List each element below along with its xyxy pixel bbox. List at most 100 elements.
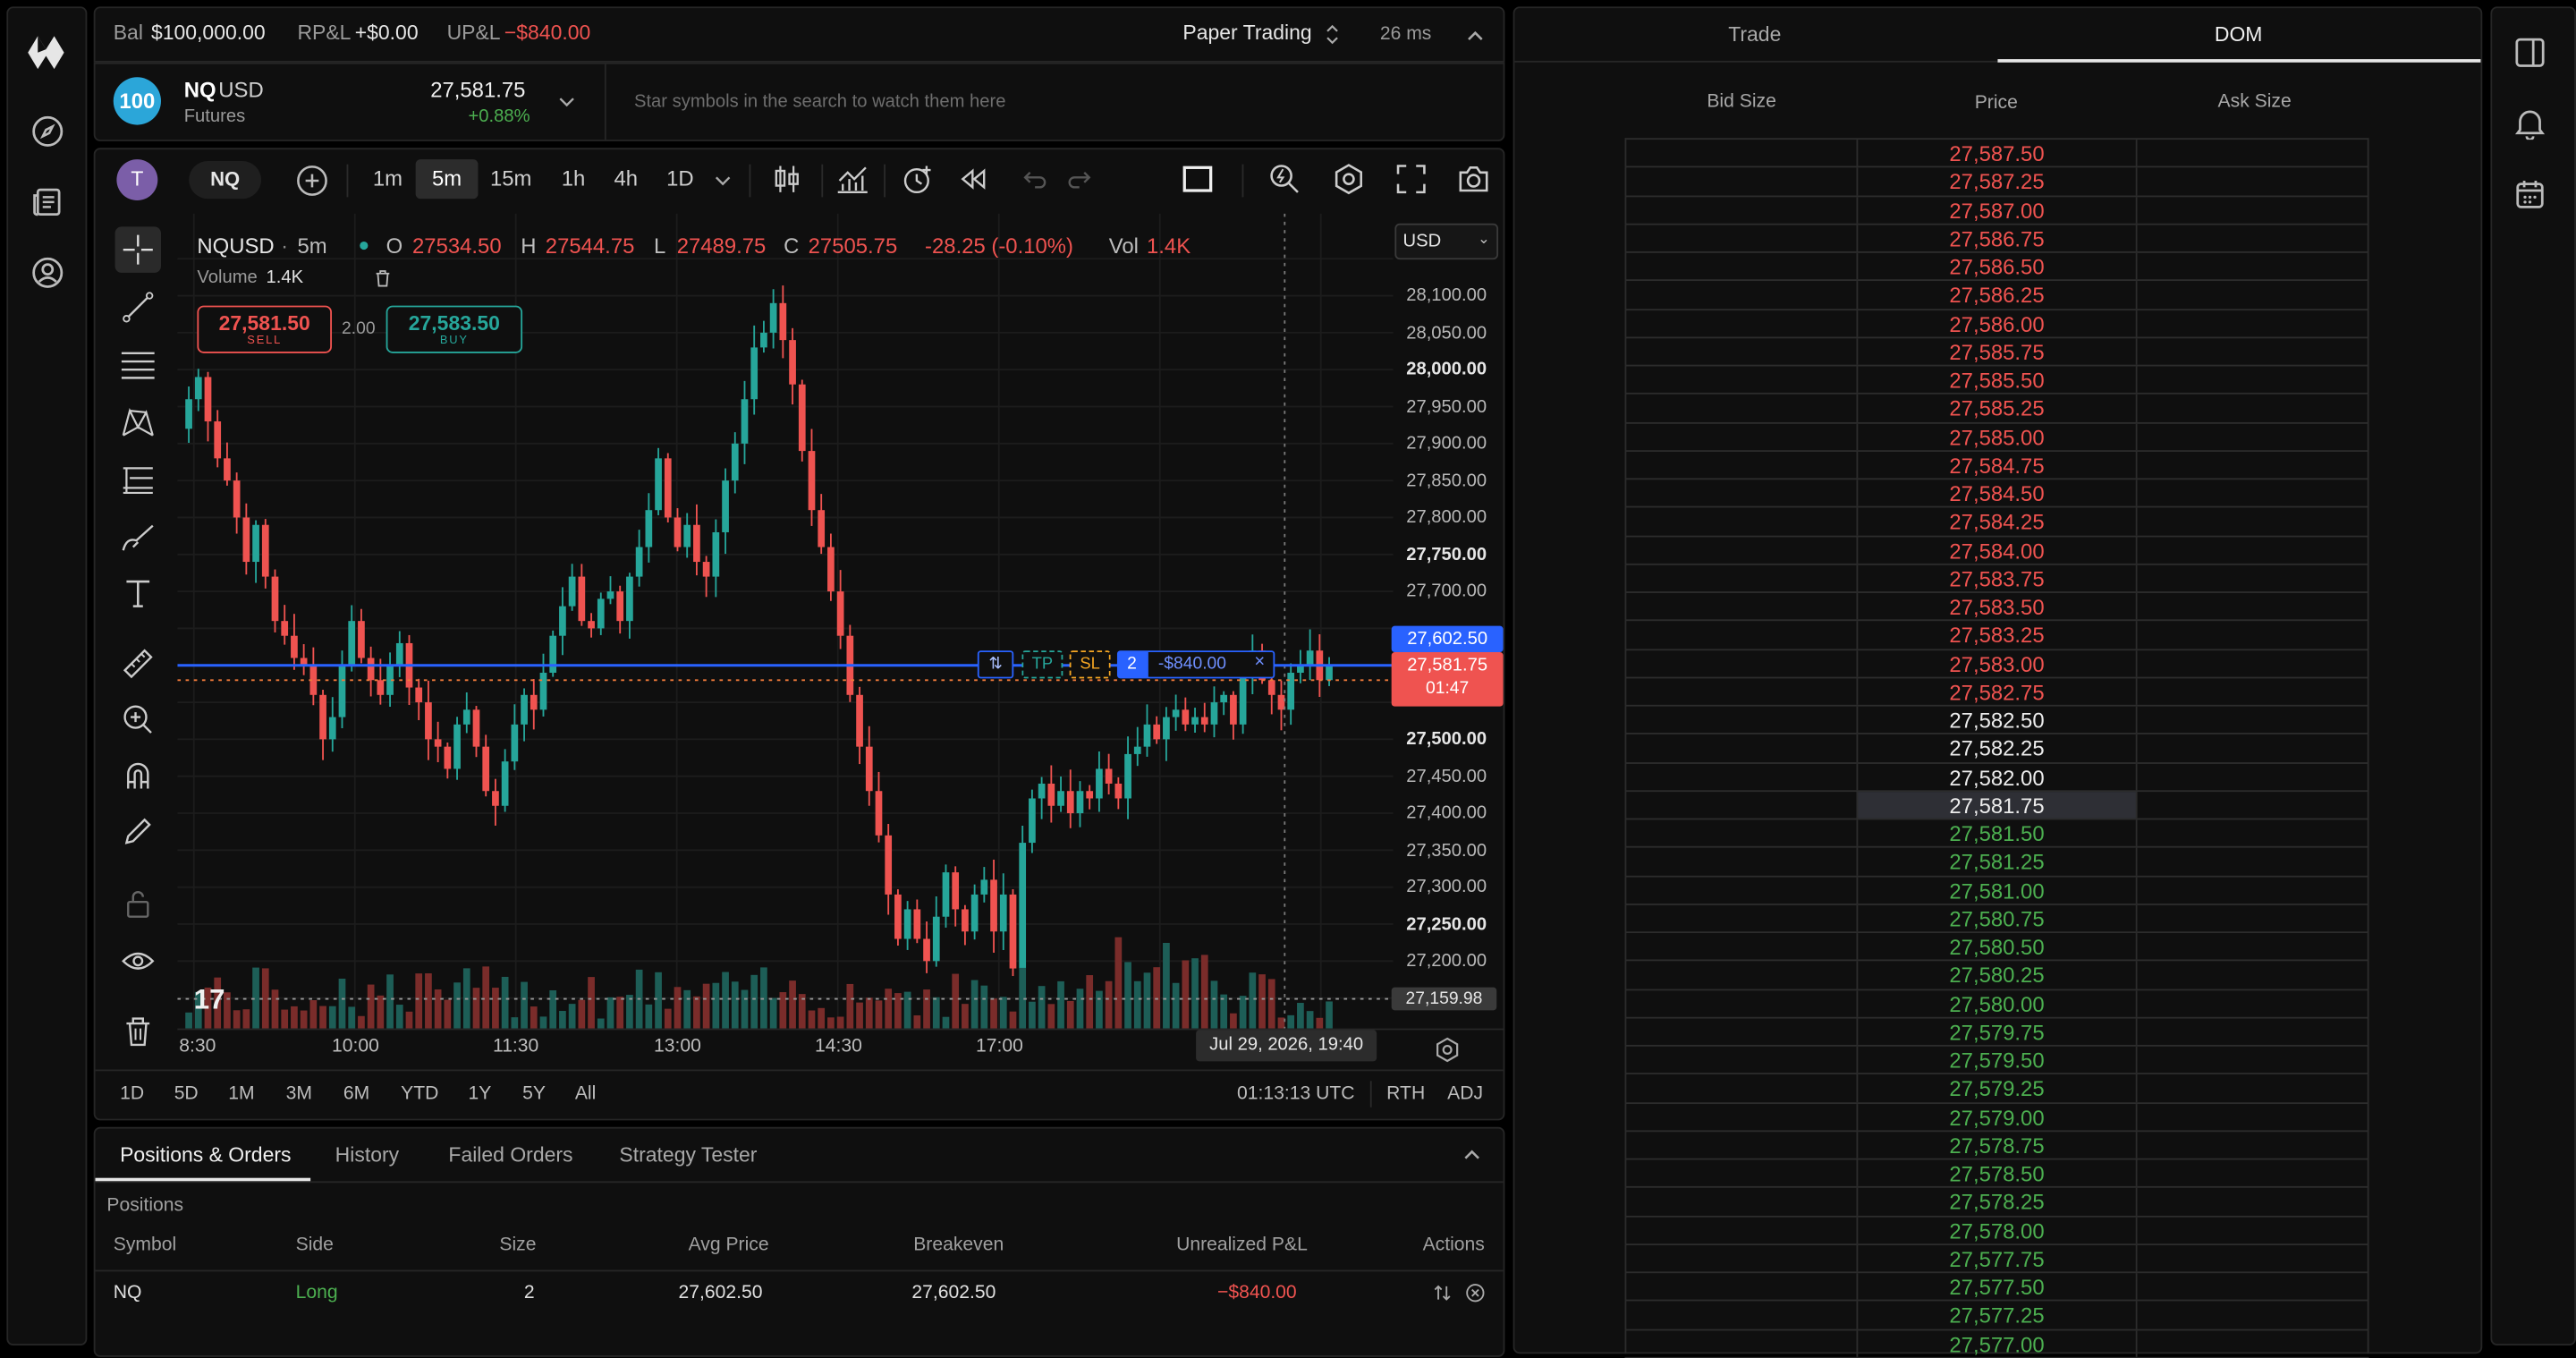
dom-row[interactable]: 27,586.75 [1624,225,2369,253]
range-5y[interactable]: 5Y [522,1084,546,1104]
brush-tool-icon[interactable] [115,514,161,560]
range-3m[interactable]: 3M [286,1084,312,1104]
dom-price[interactable]: 27,587.50 [1856,140,2138,166]
tf-15m[interactable]: 15m [485,159,538,199]
dom-row[interactable]: 27,583.75 [1624,564,2369,593]
tf-1m[interactable]: 1m [365,159,411,199]
dom-row[interactable]: 27,578.25 [1624,1188,2369,1217]
dom-price[interactable]: 27,582.00 [1856,763,2138,790]
dom-price[interactable]: 27,577.00 [1856,1329,2138,1357]
range-6m[interactable]: 6M [343,1084,369,1104]
dom-price[interactable]: 27,585.25 [1856,395,2138,422]
ruler-tool-icon[interactable] [115,641,161,686]
dom-row[interactable]: 27,581.25 [1624,848,2369,877]
add-compare-icon[interactable] [292,161,332,200]
dom-row[interactable]: 27,578.00 [1624,1216,2369,1245]
replay-icon[interactable] [953,159,992,199]
collapse-chevron-icon[interactable] [1459,1142,1485,1167]
news-icon[interactable] [26,181,69,224]
trash-tool-icon[interactable] [115,1009,161,1055]
range-1m[interactable]: 1M [228,1084,254,1104]
fib-tool-icon[interactable] [115,342,161,387]
panel-toggle-icon[interactable] [2509,31,2552,74]
range-1d[interactable]: 1D [120,1084,144,1104]
dom-row[interactable]: 27,583.50 [1624,592,2369,622]
dom-row[interactable]: 27,583.00 [1624,649,2369,678]
dom-row[interactable]: 27,587.25 [1624,167,2369,197]
dom-price[interactable]: 27,584.75 [1856,451,2138,479]
dom-price[interactable]: 27,580.75 [1856,904,2138,932]
range-1y[interactable]: 1Y [468,1084,491,1104]
dom-price[interactable]: 27,584.50 [1856,480,2138,507]
tp-button[interactable]: TP [1021,650,1063,679]
dom-price[interactable]: 27,586.50 [1856,252,2138,280]
dom-price[interactable]: 27,578.75 [1856,1131,2138,1159]
range-ytd[interactable]: YTD [401,1084,438,1104]
dom-price[interactable]: 27,585.50 [1856,366,2138,394]
dom-row[interactable]: 27,580.25 [1624,961,2369,990]
range-all[interactable]: All [575,1084,596,1104]
camera-icon[interactable] [1453,159,1493,199]
reverse-position-button[interactable]: ⇅ [977,650,1014,679]
tab-failed-orders[interactable]: Failed Orders [448,1130,572,1179]
tf-1d[interactable]: 1D [657,159,703,199]
sell-button[interactable]: 27,581.50 SELL [197,305,333,353]
profile-icon[interactable] [26,251,69,294]
dom-row[interactable]: 27,578.75 [1624,1131,2369,1160]
dom-row[interactable]: 27,581.00 [1624,876,2369,905]
trendline-tool-icon[interactable] [115,284,161,330]
calendar-icon[interactable] [2509,173,2552,216]
pencil-tool-icon[interactable] [115,809,161,854]
updown-chevron-icon[interactable] [1321,21,1344,47]
dom-price[interactable]: 27,587.25 [1856,167,2138,195]
dom-price[interactable]: 27,580.00 [1856,989,2138,1017]
dom-price[interactable]: 27,582.25 [1856,734,2138,762]
dom-row[interactable]: 27,584.50 [1624,480,2369,508]
dom-row[interactable]: 27,586.25 [1624,281,2369,310]
dom-price[interactable]: 27,581.50 [1856,819,2138,847]
tf-4h[interactable]: 4h [603,159,648,199]
currency-select[interactable]: USD ⌄ [1394,223,1499,260]
tab-dom[interactable]: DOM [2215,23,2263,47]
dom-row[interactable]: 27,585.25 [1624,395,2369,423]
dom-row[interactable]: 27,582.25 [1624,734,2369,764]
time-axis-settings-icon[interactable] [1433,1035,1462,1065]
text-tool-icon[interactable] [115,570,161,615]
dom-row[interactable]: 27,579.00 [1624,1103,2369,1132]
dom-price[interactable]: 27,579.00 [1856,1103,2138,1130]
dom-row[interactable]: 27,577.50 [1624,1273,2369,1302]
dom-row[interactable]: 27,584.75 [1624,451,2369,480]
tf-5m-active[interactable]: 5m [415,159,479,199]
lock-tool-icon[interactable] [115,880,161,926]
dom-row[interactable]: 27,584.00 [1624,536,2369,565]
dom-price[interactable]: 27,579.75 [1856,1018,2138,1045]
dom-row[interactable]: 27,582.50 [1624,706,2369,735]
dom-price[interactable]: 27,582.75 [1856,677,2138,705]
dom-price[interactable]: 27,586.25 [1856,281,2138,309]
dom-row[interactable]: 27,579.75 [1624,1018,2369,1047]
dom-price[interactable]: 27,586.75 [1856,225,2138,251]
dom-row[interactable]: 27,586.50 [1624,252,2369,282]
dom-price[interactable]: 27,585.75 [1856,337,2138,365]
tab-trade[interactable]: Trade [1728,23,1781,47]
dom-row[interactable]: 27,584.25 [1624,507,2369,537]
dom-price[interactable]: 27,581.25 [1856,848,2138,875]
tab-strategy-tester[interactable]: Strategy Tester [619,1130,757,1179]
tab-positions-orders[interactable]: Positions & Orders [120,1130,291,1179]
dom-price[interactable]: 27,582.50 [1856,706,2138,734]
adj-toggle[interactable]: ADJ [1447,1084,1483,1104]
dom-price[interactable]: 27,583.00 [1856,649,2138,677]
redo-icon[interactable] [1060,159,1099,199]
magnet-tool-icon[interactable] [115,752,161,798]
compass-icon[interactable] [26,110,69,153]
dom-price[interactable]: 27,583.25 [1856,621,2138,649]
dom-price[interactable]: 27,584.25 [1856,507,2138,535]
layout-icon[interactable] [1178,159,1217,199]
dom-price[interactable]: 27,584.00 [1856,536,2138,564]
dom-price[interactable]: 27,579.25 [1856,1074,2138,1102]
dom-row[interactable]: 27,585.00 [1624,422,2369,452]
dom-row[interactable]: 27,580.75 [1624,904,2369,934]
dom-price[interactable]: 27,581.75 [1856,791,2138,819]
dom-row[interactable]: 27,580.50 [1624,933,2369,962]
close-position-circle-icon[interactable] [1463,1281,1487,1304]
